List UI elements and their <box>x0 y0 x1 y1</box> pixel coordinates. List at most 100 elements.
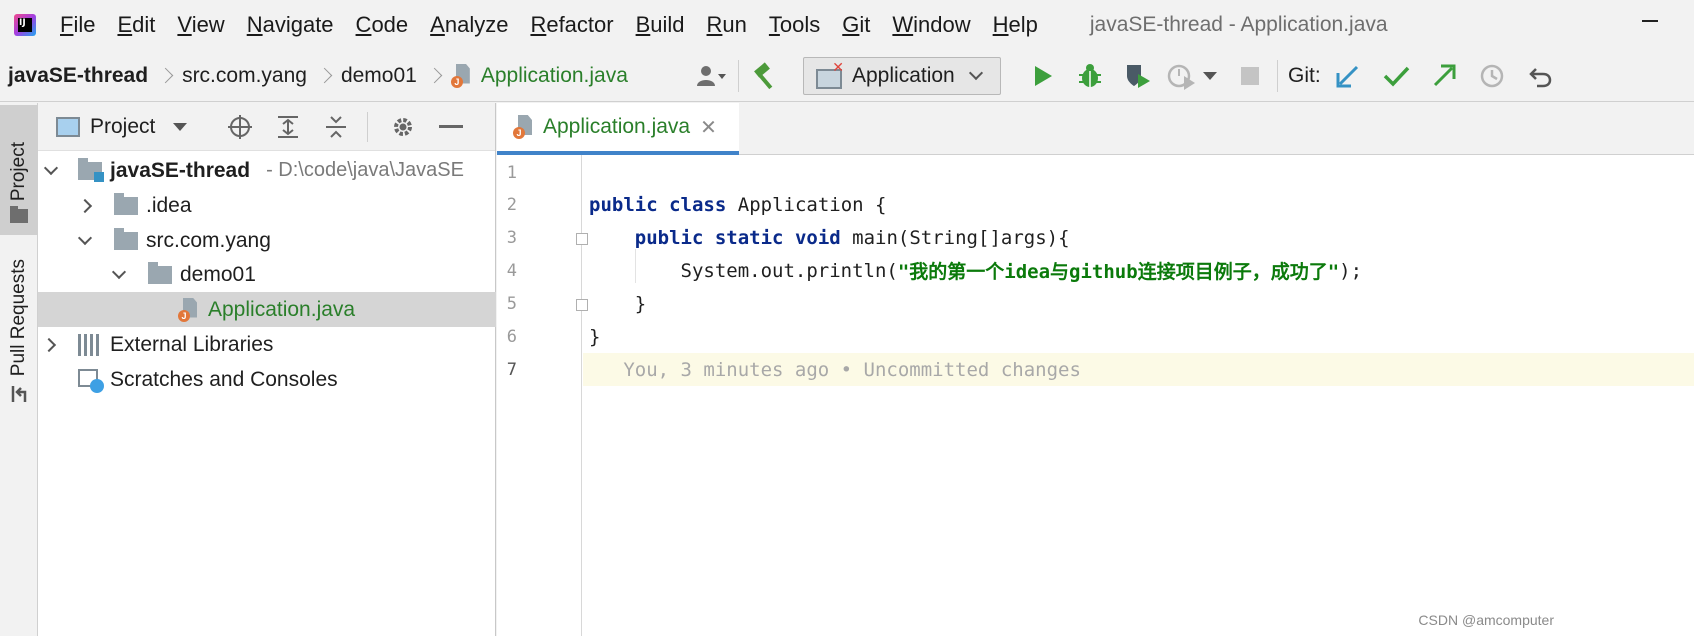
breadcrumb-file[interactable]: Application.java <box>450 63 628 88</box>
code-text: System.out.println( <box>680 259 898 282</box>
keyword: void <box>794 226 841 249</box>
code-area[interactable]: public class Application { public static… <box>583 155 1694 636</box>
run-icon[interactable] <box>1025 59 1059 93</box>
chevron-down-icon[interactable] <box>173 122 188 131</box>
git-push-arrow-icon[interactable] <box>1427 59 1461 93</box>
tree-item-demo01[interactable]: demo01 <box>38 257 496 292</box>
code-line-6[interactable]: } <box>583 320 1694 353</box>
project-tool-window: Project javaSE-thread - D:\code\java\Jav… <box>38 103 496 636</box>
editor-tab-label: Application.java <box>543 115 691 138</box>
menu-window[interactable]: Window <box>892 12 970 38</box>
code-line-2[interactable]: public class Application { <box>583 188 1694 221</box>
collapse-all-icon[interactable] <box>323 114 349 140</box>
breadcrumb-separator-icon <box>160 67 170 85</box>
code-line-7[interactable]: You, 3 minutes ago • Uncommitted changes <box>583 353 1694 386</box>
menu-edit[interactable]: Edit <box>117 12 155 38</box>
chevron-down-icon[interactable] <box>111 264 127 279</box>
menu-view[interactable]: View <box>177 12 224 38</box>
line-number: 5 <box>506 294 517 314</box>
menu-help[interactable]: Help <box>993 12 1038 38</box>
run-config-icon <box>816 59 844 89</box>
java-class-icon <box>513 115 533 139</box>
project-view-icon <box>56 116 80 137</box>
tree-item-scratches[interactable]: Scratches and Consoles <box>38 362 496 397</box>
tree-item-application-java[interactable]: Application.java <box>38 292 496 327</box>
line-number: 7 <box>506 360 517 380</box>
close-icon[interactable]: ✕ <box>700 115 717 140</box>
breadcrumb-file-label: Application.java <box>480 63 628 87</box>
window-title: javaSE-thread - Application.java <box>1089 13 1388 36</box>
git-history-clock-icon[interactable] <box>1475 59 1509 93</box>
tree-item-idea[interactable]: .idea <box>38 188 496 223</box>
menu-tools[interactable]: Tools <box>769 12 820 38</box>
build-hammer-icon[interactable] <box>749 59 783 93</box>
project-tool-tab-label: Project <box>8 141 29 201</box>
expand-all-icon[interactable] <box>275 114 301 140</box>
project-view-selector[interactable]: Project <box>90 115 155 139</box>
editor-tab-application-java[interactable]: Application.java ✕ <box>497 103 739 155</box>
toolbar: Application Git: <box>694 50 1557 102</box>
run-configuration-label: Application <box>852 64 955 87</box>
left-tool-strip: Project Pull Requests <box>0 103 38 636</box>
project-tool-tab[interactable]: Project <box>0 105 38 235</box>
profiler-icon[interactable] <box>1165 59 1199 93</box>
chevron-down-icon[interactable] <box>43 160 59 175</box>
tree-item-label: Application.java <box>208 297 356 321</box>
line-number-gutter: 1 2 3 4 5 6 7 <box>497 155 588 636</box>
menu-build[interactable]: Build <box>636 12 685 38</box>
stop-icon[interactable] <box>1233 59 1267 93</box>
keyword: public <box>589 193 658 216</box>
git-rollback-icon[interactable] <box>1523 59 1557 93</box>
line-number: 2 <box>506 195 517 215</box>
menu-code[interactable]: Code <box>356 12 409 38</box>
user-icon[interactable] <box>694 59 728 93</box>
code-editor: Application.java ✕ 1 2 3 4 5 6 7 public … <box>497 103 1694 636</box>
debug-bug-icon[interactable] <box>1073 59 1107 93</box>
tree-item-label: javaSE-thread <box>110 158 251 182</box>
code-line-3[interactable]: public static void main(String[]args){ <box>583 221 1694 254</box>
tree-item-project-root[interactable]: javaSE-thread - D:\code\java\JavaSE <box>38 153 496 188</box>
pull-requests-tool-tab[interactable]: Pull Requests <box>0 251 38 419</box>
breadcrumb-subpackage[interactable]: demo01 <box>341 64 417 88</box>
chevron-down-icon[interactable] <box>77 230 93 245</box>
tree-item-label: Scratches and Consoles <box>110 367 338 391</box>
chevron-right-icon[interactable] <box>41 337 57 352</box>
menu-navigate[interactable]: Navigate <box>247 12 334 38</box>
java-class-icon <box>450 64 471 88</box>
breadcrumb-separator-icon <box>429 67 439 85</box>
tree-item-path: - D:\code\java\JavaSE <box>266 159 464 181</box>
code-text: ); <box>1339 259 1363 282</box>
minimize-button[interactable] <box>1642 20 1658 22</box>
run-configuration-select[interactable]: Application <box>803 57 1001 95</box>
chevron-down-icon <box>968 65 983 81</box>
menu-refactor[interactable]: Refactor <box>530 12 613 38</box>
tree-item-external-libraries[interactable]: External Libraries <box>38 327 496 362</box>
keyword: public <box>634 226 704 249</box>
intellij-logo-icon: IJ <box>14 14 36 36</box>
menu-analyze[interactable]: Analyze <box>430 12 508 38</box>
git-commit-check-icon[interactable] <box>1379 59 1413 93</box>
menu-git[interactable]: Git <box>842 12 870 38</box>
line-number: 3 <box>506 228 517 248</box>
locate-file-icon[interactable] <box>227 114 253 140</box>
package-folder-icon <box>114 227 138 250</box>
git-update-arrow-icon[interactable] <box>1331 59 1365 93</box>
keyword: static <box>714 226 784 249</box>
tree-item-src-package[interactable]: src.com.yang <box>38 223 496 258</box>
breadcrumb-project[interactable]: javaSE-thread <box>8 64 148 88</box>
editor-tab-bar: Application.java ✕ <box>497 103 1694 155</box>
string-literal: "我的第一个idea与github连接项目例子，成功了" <box>897 261 1340 283</box>
code-line-5[interactable]: } <box>583 287 1694 320</box>
menu-file[interactable]: File <box>60 12 95 38</box>
coverage-shield-icon[interactable] <box>1121 59 1155 93</box>
menu-run[interactable]: Run <box>707 12 747 38</box>
tree-item-label: External Libraries <box>110 332 274 356</box>
breadcrumb-package[interactable]: src.com.yang <box>182 64 307 88</box>
project-panel-header: Project <box>38 103 495 151</box>
navigation-bar: javaSE-thread src.com.yang demo01 Applic… <box>0 50 1694 102</box>
hide-panel-icon[interactable] <box>438 114 464 140</box>
chevron-right-icon[interactable] <box>77 198 93 213</box>
code-line-4[interactable]: System.out.println("我的第一个idea与github连接项目… <box>583 254 1694 287</box>
more-run-options-icon[interactable] <box>1199 59 1221 93</box>
gear-icon[interactable] <box>390 114 416 140</box>
